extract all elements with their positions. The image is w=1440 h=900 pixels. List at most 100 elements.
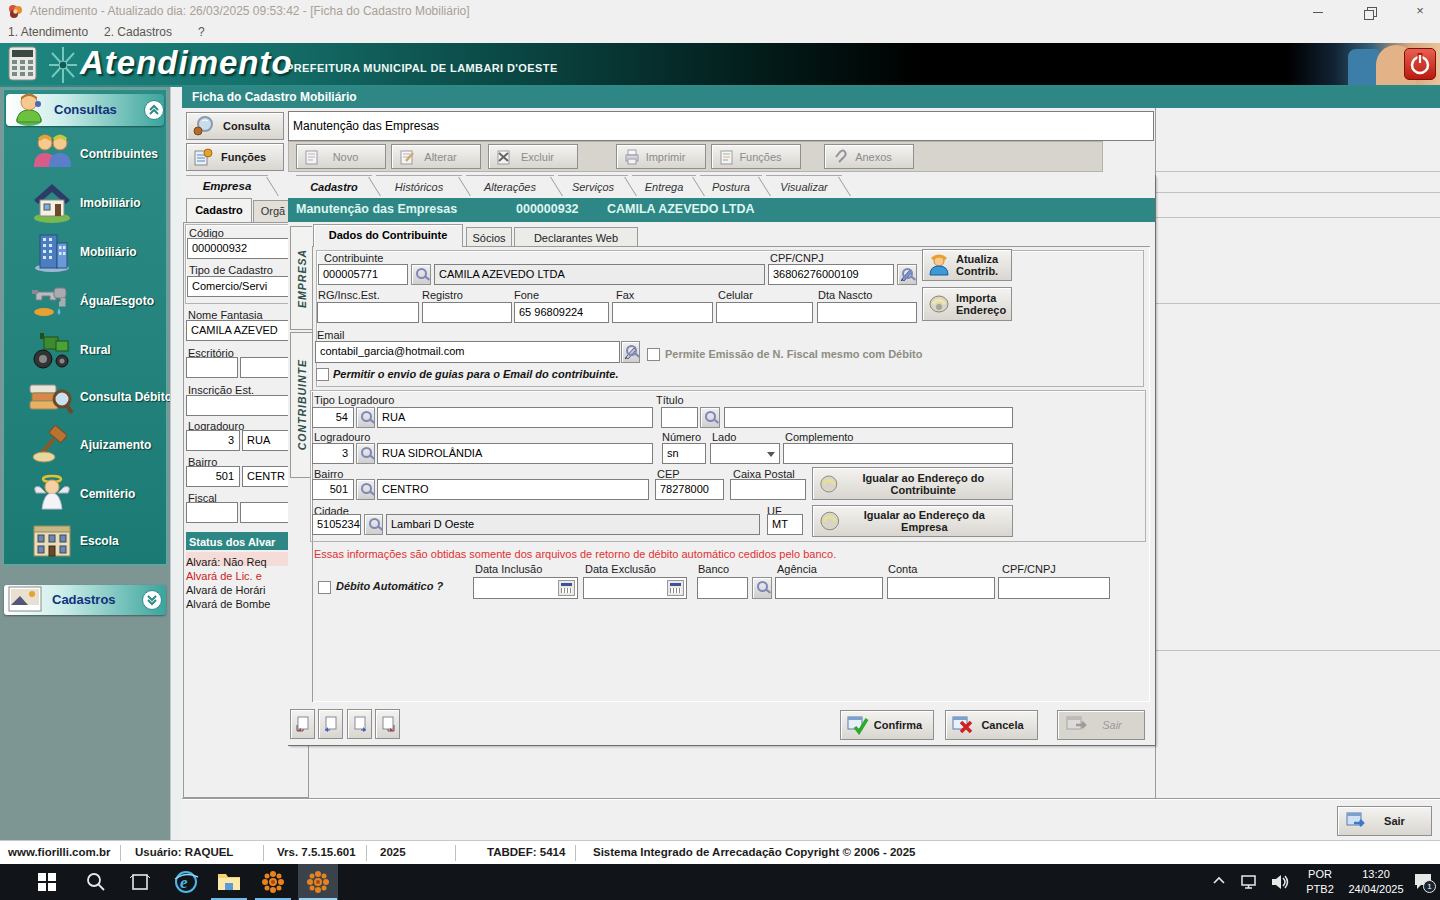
logradouro-search[interactable] — [356, 443, 375, 464]
contribuinte-code-field[interactable]: 000005771 — [318, 264, 408, 285]
igualar-empresa-button[interactable]: Igualar ao Endereço da Empresa — [812, 505, 1013, 537]
logradouro-num[interactable]: 3 — [312, 443, 354, 464]
caixa-postal-field[interactable] — [730, 479, 806, 500]
sidebar-item-cemiterio[interactable]: Cemitério — [0, 469, 170, 518]
fiorilli-app-icon[interactable] — [261, 870, 285, 894]
tipo-logradouro-num[interactable]: 54 — [312, 407, 354, 428]
search-input[interactable]: Manutenção das Empresas — [288, 111, 1154, 141]
power-button[interactable] — [1404, 48, 1436, 80]
lado-select[interactable] — [710, 443, 780, 464]
consulta-button[interactable]: Consulta — [186, 112, 284, 140]
bairro-field[interactable]: CENTRO — [377, 479, 649, 500]
sidebar-item-consulta-debitos[interactable]: Consulta Débitos — [0, 373, 170, 421]
minimize-button[interactable] — [1300, 0, 1336, 22]
task-view-icon[interactable] — [130, 872, 150, 896]
contribuinte-search-button[interactable] — [411, 264, 431, 285]
numero-field[interactable]: sn — [662, 443, 706, 464]
tab-servicos[interactable]: Serviços — [558, 175, 628, 197]
debito-automatico-checkbox[interactable] — [318, 581, 331, 594]
tray-clock[interactable]: 13:2024/04/2025 — [1345, 867, 1407, 897]
sidebar-item-mobiliario[interactable]: Mobiliário — [0, 227, 170, 276]
tab-cadastro[interactable]: Cadastro — [296, 175, 372, 197]
sidebar-item-escola[interactable]: Escola — [0, 518, 170, 566]
menu-atendimento[interactable]: 1. Atendimento — [8, 22, 88, 43]
sidebar-item-ajuizamento[interactable]: Ajuizamento — [0, 421, 170, 469]
bairro-num[interactable]: 501 — [312, 479, 354, 500]
bottom-sair-button[interactable]: Sair — [1337, 806, 1432, 836]
tab-dados-contribuinte[interactable]: Dados do Contribuinte — [313, 224, 463, 247]
tray-network-icon[interactable] — [1240, 873, 1260, 895]
tipo-logradouro-search[interactable] — [356, 407, 375, 428]
nav-next-button[interactable] — [347, 709, 372, 739]
nav-last-button[interactable] — [375, 709, 400, 739]
banco-field[interactable] — [697, 577, 748, 599]
escritorio-field1[interactable] — [186, 357, 238, 378]
bairro-search[interactable] — [356, 479, 375, 500]
side-tab-empresa[interactable]: EMPRESA — [290, 226, 312, 330]
dta-nascto-field[interactable] — [817, 302, 917, 323]
restore-button[interactable] — [1352, 0, 1388, 22]
agencia-field[interactable] — [775, 577, 883, 599]
sidebar-item-contribuintes[interactable]: Contribuintes — [0, 130, 170, 178]
panel-bairro-num[interactable]: 501 — [186, 466, 240, 487]
fone-field[interactable]: 65 96809224 — [514, 302, 609, 323]
confirma-button[interactable]: Confirma — [840, 710, 934, 740]
cancela-button[interactable]: Cancela — [945, 710, 1038, 740]
funcoes2-button[interactable]: Funções — [711, 144, 801, 169]
menu-cadastros[interactable]: 2. Cadastros — [104, 22, 172, 43]
tray-language[interactable]: PORPTB2 — [1300, 867, 1340, 897]
data-inclusao-field[interactable] — [473, 577, 578, 599]
sidebar-item-agua[interactable]: Água/Esgoto — [0, 276, 170, 325]
chevron-up-icon[interactable] — [144, 100, 164, 120]
anexos-button[interactable]: Anexos — [824, 144, 914, 169]
titulo-field[interactable] — [724, 407, 1013, 428]
tab-historicos[interactable]: Históricos — [376, 175, 462, 197]
sidebar-item-imobiliario[interactable]: Imobiliário — [0, 178, 170, 227]
nav-prev-button[interactable] — [318, 709, 343, 739]
tray-volume-icon[interactable] — [1270, 873, 1290, 895]
tray-chevron-icon[interactable] — [1212, 874, 1226, 892]
complemento-field[interactable] — [783, 443, 1013, 464]
excluir-button[interactable]: Excluir — [488, 144, 578, 169]
sidebar-group-consultas[interactable]: Consultas — [6, 94, 164, 126]
panel-logradouro-num[interactable]: 3 — [186, 430, 240, 451]
start-button[interactable] — [38, 873, 56, 891]
cidade-num[interactable]: 5105234 — [312, 514, 361, 535]
chevron-down-icon[interactable] — [142, 590, 162, 610]
tipo-cadastro-field[interactable]: Comercio/Servi — [187, 276, 303, 297]
tipo-logradouro-field[interactable]: RUA — [377, 407, 653, 428]
alterar-button[interactable]: Alterar — [391, 144, 481, 169]
fiscal-field1[interactable] — [186, 502, 238, 523]
sidebar-group-cadastros[interactable]: Cadastros — [4, 585, 166, 615]
cep-field[interactable]: 78278000 — [655, 479, 724, 500]
funcoes-button[interactable]: Funções — [186, 143, 284, 171]
cpf-edit-button[interactable] — [897, 264, 917, 285]
imprimir-button[interactable]: Imprimir — [616, 144, 706, 169]
nav-first-button[interactable] — [290, 709, 315, 739]
close-button[interactable]: × — [1402, 0, 1438, 22]
panel-tab-organograma[interactable]: Orgã — [253, 200, 293, 222]
permitir-guias-checkbox[interactable] — [316, 368, 329, 381]
titulo-num[interactable] — [661, 407, 698, 428]
logradouro-field[interactable]: RUA SIDROLÂNDIA — [377, 443, 653, 464]
titulo-search[interactable] — [700, 407, 720, 428]
fiorilli-app-active[interactable] — [298, 864, 338, 900]
ie-icon[interactable]: e — [173, 869, 199, 895]
fax-field[interactable] — [612, 302, 713, 323]
email-field[interactable]: contabil_garcia@hotmail.com — [315, 341, 620, 363]
codigo-field[interactable]: 000000932 — [187, 238, 303, 259]
data-exclusao-field[interactable] — [583, 577, 687, 599]
igualar-contribuinte-button[interactable]: Igualar ao Endereço do Contribuinte — [812, 467, 1013, 500]
sidebar-scrollbar[interactable] — [170, 87, 182, 840]
panel-tab-cadastro[interactable]: Cadastro — [186, 198, 252, 222]
banco-search[interactable] — [752, 577, 772, 599]
cpf-cnpj-field[interactable]: 36806276000109 — [768, 264, 894, 285]
taskbar-search-icon[interactable] — [85, 871, 107, 897]
email-edit-button[interactable] — [621, 341, 640, 363]
importa-endereco-button[interactable]: ImportaEndereço — [922, 287, 1012, 321]
novo-button[interactable]: Novo — [296, 144, 386, 169]
cidade-search[interactable] — [364, 514, 383, 535]
notification-icon[interactable]: 1 — [1413, 872, 1433, 890]
file-explorer-icon[interactable] — [217, 871, 241, 891]
registro-field[interactable] — [422, 302, 512, 323]
